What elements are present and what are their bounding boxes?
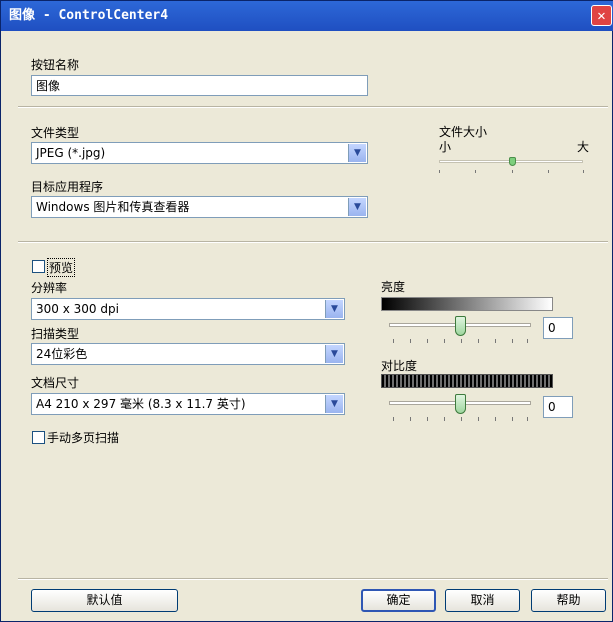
contrast-tick [461,417,462,421]
separator-top [18,106,608,108]
brightness-gradient [381,297,553,311]
contrast-label: 对比度 [381,359,418,373]
brightness-thumb[interactable] [455,316,466,336]
preview-checkbox[interactable] [32,260,45,273]
manual-multipage-label: 手动多页扫描 [47,431,120,445]
file-size-tick [475,170,476,173]
brightness-tick [478,339,479,343]
file-size-max-label: 大 [577,140,590,154]
brightness-tick [527,339,528,343]
brightness-slider[interactable] [389,315,534,347]
cancel-button[interactable]: 取消 [445,589,520,612]
brightness-tick [495,339,496,343]
resolution-value: 300 x 300 dpi [36,302,119,316]
target-app-select[interactable]: Windows 图片和传真查看器 ▼ [31,196,368,218]
chevron-down-icon[interactable]: ▼ [325,300,343,318]
file-size-tick [439,170,440,173]
contrast-tick [512,417,513,421]
title-bar[interactable]: 图像 - ControlCenter4 ✕ [1,1,613,31]
brightness-tick [461,339,462,343]
brightness-tick [427,339,428,343]
chevron-down-icon[interactable]: ▼ [348,198,366,216]
file-type-select[interactable]: JPEG (*.jpg) ▼ [31,142,368,164]
preview-label[interactable]: 预览 [47,258,76,277]
contrast-tick [495,417,496,421]
brightness-label: 亮度 [381,280,406,294]
button-name-input[interactable]: 图像 [31,75,368,96]
button-name-label: 按钮名称 [31,58,80,72]
window-title: 图像 - ControlCenter4 [9,8,169,23]
close-icon[interactable]: ✕ [591,5,612,26]
contrast-tick [444,417,445,421]
chevron-down-icon[interactable]: ▼ [348,144,366,162]
file-type-value: JPEG (*.jpg) [36,146,106,160]
document-size-value: A4 210 x 297 毫米 (8.3 x 11.7 英寸) [36,397,246,411]
contrast-tick [527,417,528,421]
dialog-window: 图像 - ControlCenter4 ✕ 按钮名称 图像 文件类型 JPEG … [0,0,613,622]
contrast-slider[interactable] [389,393,534,425]
document-size-select[interactable]: A4 210 x 297 毫米 (8.3 x 11.7 英寸) ▼ [31,393,345,415]
target-app-label: 目标应用程序 [31,180,104,194]
file-size-thumb[interactable] [509,157,516,166]
contrast-tick [410,417,411,421]
file-size-tick [512,170,513,173]
brightness-tick [410,339,411,343]
contrast-pattern [381,374,553,388]
ok-button[interactable]: 确定 [361,589,436,612]
document-size-label: 文档尺寸 [31,376,80,390]
brightness-tick [512,339,513,343]
chevron-down-icon[interactable]: ▼ [325,395,343,413]
brightness-tick [444,339,445,343]
resolution-select[interactable]: 300 x 300 dpi ▼ [31,298,345,320]
contrast-thumb[interactable] [455,394,466,414]
scan-type-select[interactable]: 24位彩色 ▼ [31,343,345,365]
separator-middle [18,241,608,243]
manual-multipage-checkbox[interactable] [32,431,45,444]
chevron-down-icon[interactable]: ▼ [325,345,343,363]
brightness-tick [393,339,394,343]
resolution-label: 分辨率 [31,281,68,295]
file-size-tick [548,170,549,173]
contrast-tick [393,417,394,421]
file-size-min-label: 小 [439,140,452,154]
file-size-slider[interactable] [437,156,587,178]
contrast-tick [427,417,428,421]
help-button[interactable]: 帮助 [531,589,606,612]
file-size-tick [583,170,584,173]
contrast-value-input[interactable]: 0 [543,396,573,418]
scan-type-label: 扫描类型 [31,327,80,341]
contrast-tick [478,417,479,421]
brightness-value-input[interactable]: 0 [543,317,573,339]
scan-type-value: 24位彩色 [36,347,88,361]
file-type-label: 文件类型 [31,126,80,140]
separator-bottom [18,578,608,580]
default-button[interactable]: 默认值 [31,589,178,612]
target-app-value: Windows 图片和传真查看器 [36,200,190,214]
